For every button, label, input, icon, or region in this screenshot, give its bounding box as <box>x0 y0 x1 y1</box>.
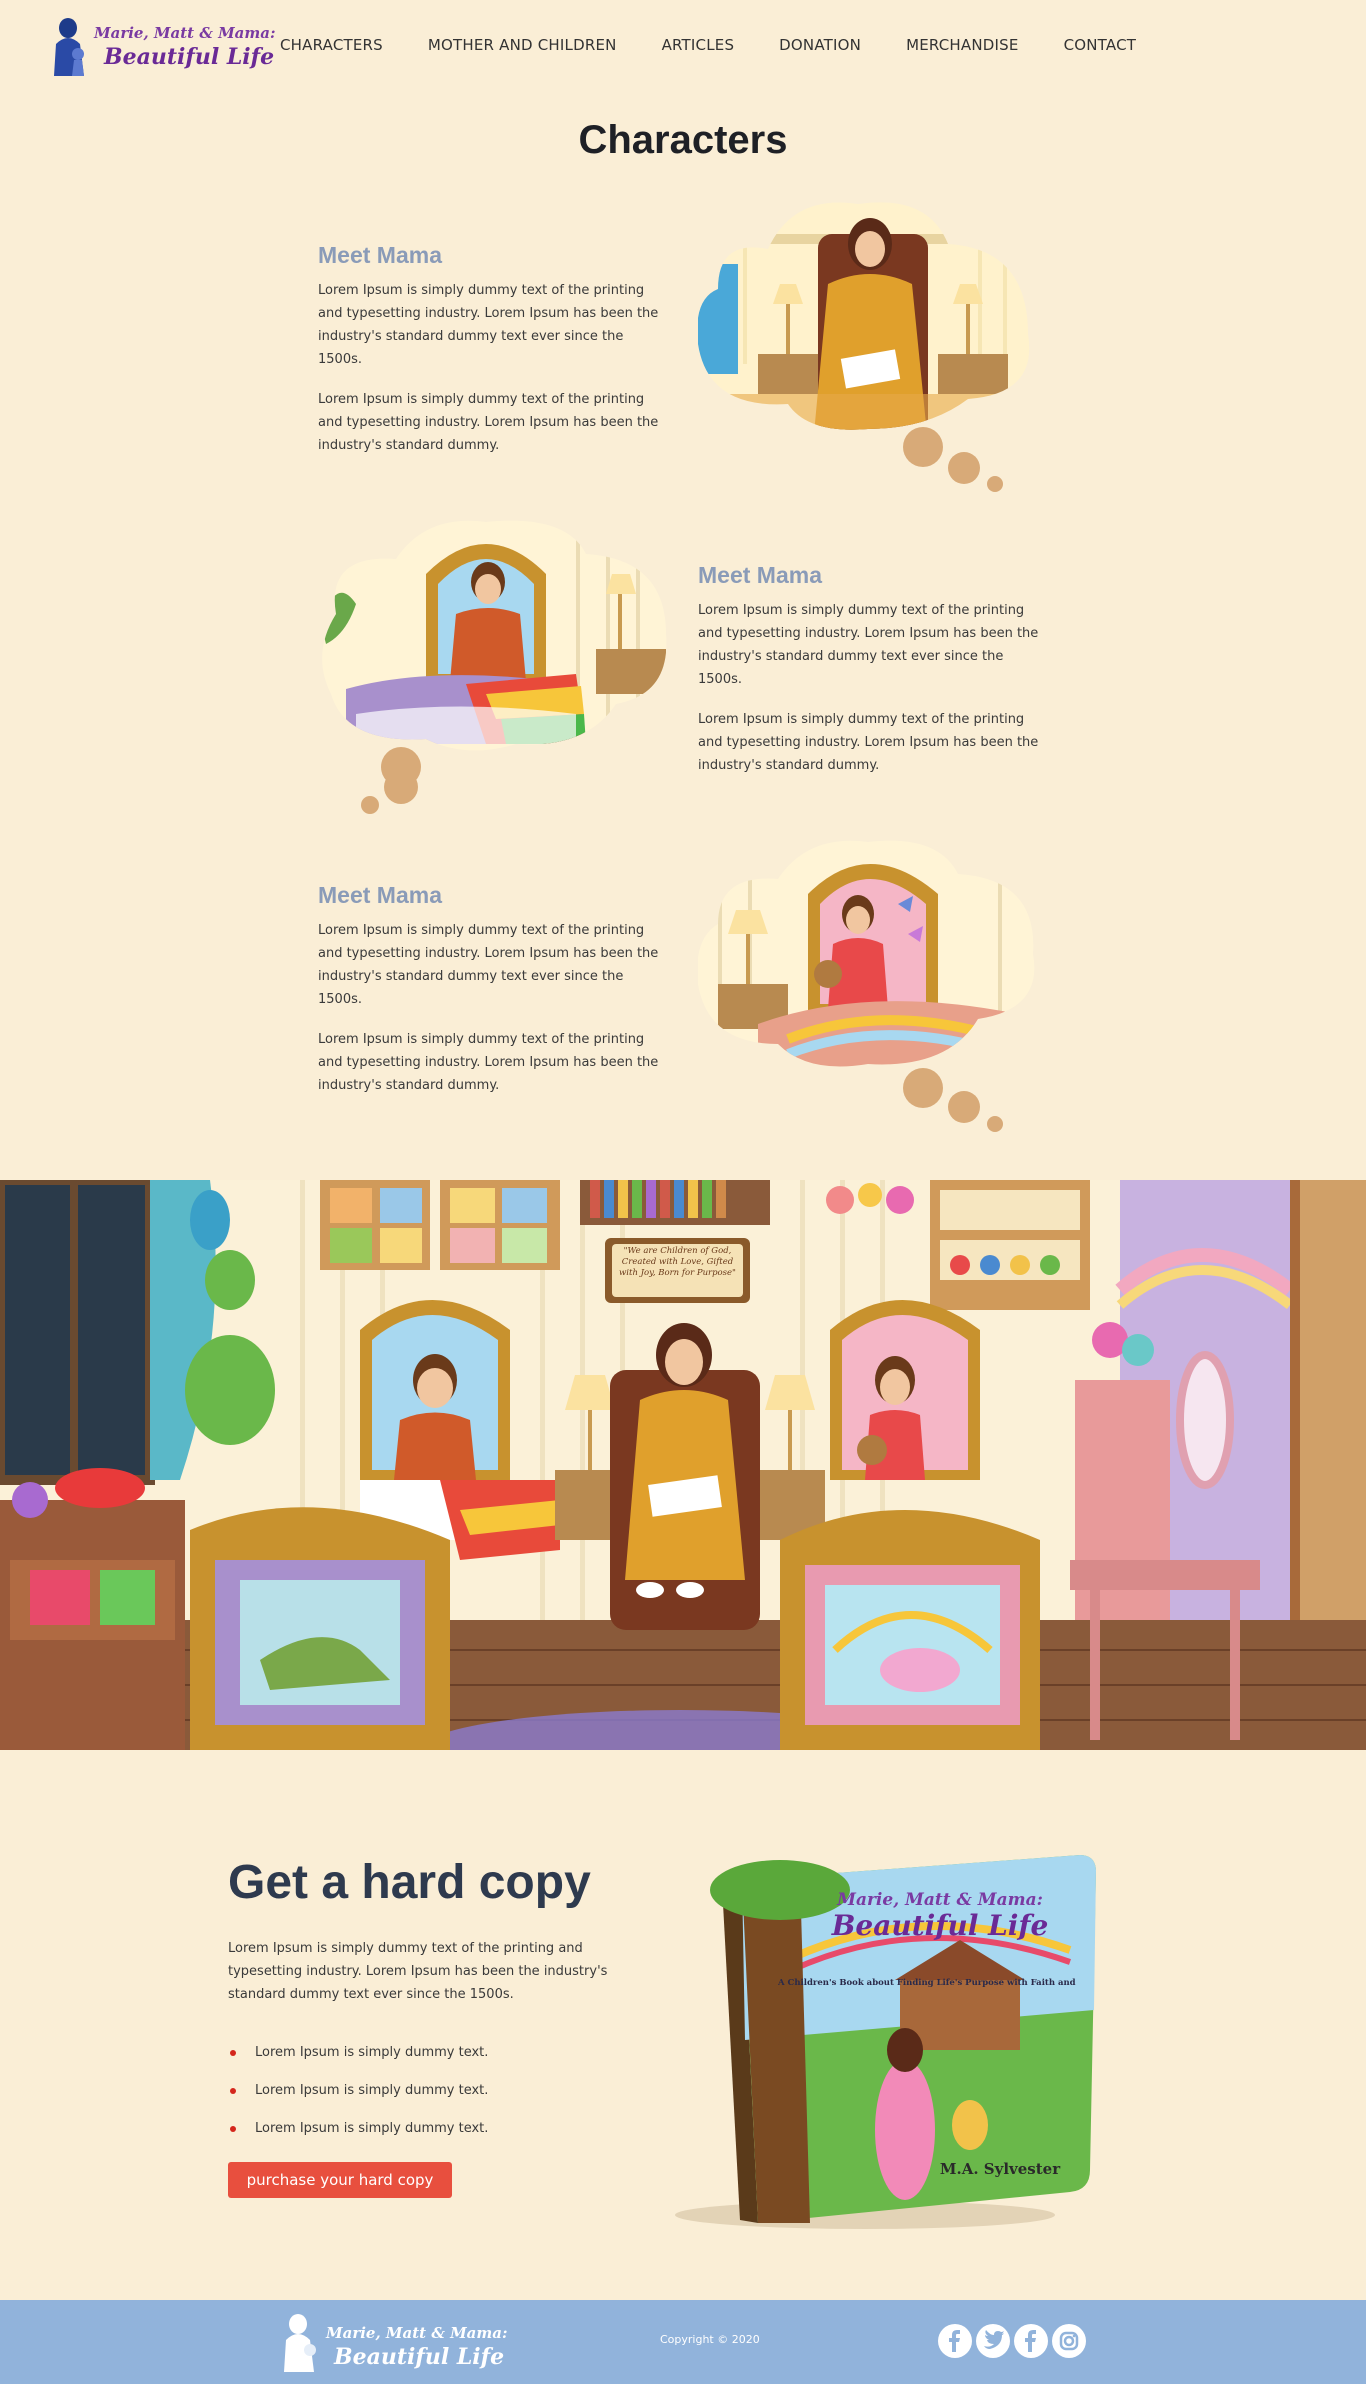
thought-bubble-dot <box>987 476 1003 492</box>
book-title-line2: Beautiful Life <box>831 1909 1049 1942</box>
footer-logo-line2: Beautiful Life <box>334 2344 505 2370</box>
purchase-hard-copy-button[interactable]: purchase your hard copy <box>228 2162 452 2198</box>
thought-bubble-dot <box>948 1091 980 1123</box>
bedroom-illustration: "We are Children of God, Created with Lo… <box>0 1180 1366 1750</box>
facebook-icon[interactable] <box>1014 2324 1048 2358</box>
book-author: M.A. Sylvester <box>939 2160 1061 2178</box>
social-links <box>938 2324 1086 2358</box>
character-block-2: Meet Mama Lorem Ipsum is simply dummy te… <box>698 562 1048 794</box>
mama-cloud-illustration <box>698 202 1030 430</box>
thought-bubble-dot <box>361 796 379 814</box>
thought-bubble-dot <box>903 427 943 467</box>
character-heading: Meet Mama <box>318 242 442 268</box>
logo-line2: Beautiful Life <box>104 44 275 70</box>
facebook-icon[interactable] <box>938 2324 972 2358</box>
logo-line1: Marie, Matt & Mama: <box>94 24 276 42</box>
book-title-line1: Marie, Matt & Mama: <box>837 1890 1043 1910</box>
copyright-text: Copyright © 2020 <box>660 2333 760 2346</box>
hard-copy-description: Lorem Ipsum is simply dummy text of the … <box>228 1941 608 2002</box>
thought-bubble-dot <box>384 770 418 804</box>
thought-bubble-dot <box>903 1068 943 1108</box>
top-nav: Marie, Matt & Mama: Beautiful Life CHARA… <box>0 0 1366 94</box>
footer-logo-line1: Marie, Matt & Mama: <box>326 2324 508 2342</box>
nav-articles[interactable]: ARTICLES <box>662 36 735 54</box>
character-paragraph: Lorem Ipsum is simply dummy text of the … <box>318 283 659 367</box>
nav-contact[interactable]: CONTACT <box>1064 36 1137 54</box>
character-paragraph: Lorem Ipsum is simply dummy text of the … <box>318 392 659 453</box>
main-menu: CHARACTERS MOTHER AND CHILDREN ARTICLES … <box>280 36 1181 54</box>
character-paragraph: Lorem Ipsum is simply dummy text of the … <box>318 923 659 1007</box>
thought-bubble-dot <box>987 1116 1003 1132</box>
nav-donation[interactable]: DONATION <box>779 36 861 54</box>
twitter-icon[interactable] <box>976 2324 1010 2358</box>
hard-copy-title: Get a hard copy <box>228 1856 591 1909</box>
list-item: Lorem Ipsum is simply dummy text. <box>228 2043 488 2081</box>
banner-sign-text: "We are Children of God, Created with Lo… <box>619 1246 736 1278</box>
mother-child-logo-icon <box>284 2314 316 2372</box>
character-heading: Meet Mama <box>698 562 822 588</box>
book-subtitle: A Children's Book about Finding Life's P… <box>778 1978 1078 1988</box>
page-title: Characters <box>578 118 788 162</box>
character-block-1: Meet Mama Lorem Ipsum is simply dummy te… <box>318 242 668 474</box>
marie-cloud-illustration <box>698 840 1035 1067</box>
character-paragraph: Lorem Ipsum is simply dummy text of the … <box>698 712 1039 773</box>
site-logo[interactable]: Marie, Matt & Mama: Beautiful Life <box>48 14 276 82</box>
list-item: Lorem Ipsum is simply dummy text. <box>228 2119 488 2157</box>
character-paragraph: Lorem Ipsum is simply dummy text of the … <box>698 603 1039 687</box>
matt-cloud-illustration <box>322 520 667 751</box>
hard-copy-bullets: Lorem Ipsum is simply dummy text. Lorem … <box>228 2043 488 2157</box>
list-item: Lorem Ipsum is simply dummy text. <box>228 2081 488 2119</box>
mother-child-logo-icon <box>54 18 84 76</box>
book-cover-image: Marie, Matt & Mama: Beautiful Life A Chi… <box>650 1830 1110 2230</box>
nav-mother-and-children[interactable]: MOTHER AND CHILDREN <box>428 36 617 54</box>
book-illustration: Marie, Matt & Mama: Beautiful Life A Chi… <box>675 1855 1096 2229</box>
instagram-icon[interactable] <box>1052 2324 1086 2358</box>
character-heading: Meet Mama <box>318 882 442 908</box>
character-paragraph: Lorem Ipsum is simply dummy text of the … <box>318 1032 659 1093</box>
footer-logo[interactable]: Marie, Matt & Mama: Beautiful Life <box>278 2310 508 2376</box>
thought-bubble-dot <box>948 452 980 484</box>
family-bedroom-banner: "We are Children of God, Created with Lo… <box>0 1180 1366 1750</box>
nav-merchandise[interactable]: MERCHANDISE <box>906 36 1019 54</box>
character-block-3: Meet Mama Lorem Ipsum is simply dummy te… <box>318 882 668 1114</box>
nav-characters[interactable]: CHARACTERS <box>280 36 383 54</box>
